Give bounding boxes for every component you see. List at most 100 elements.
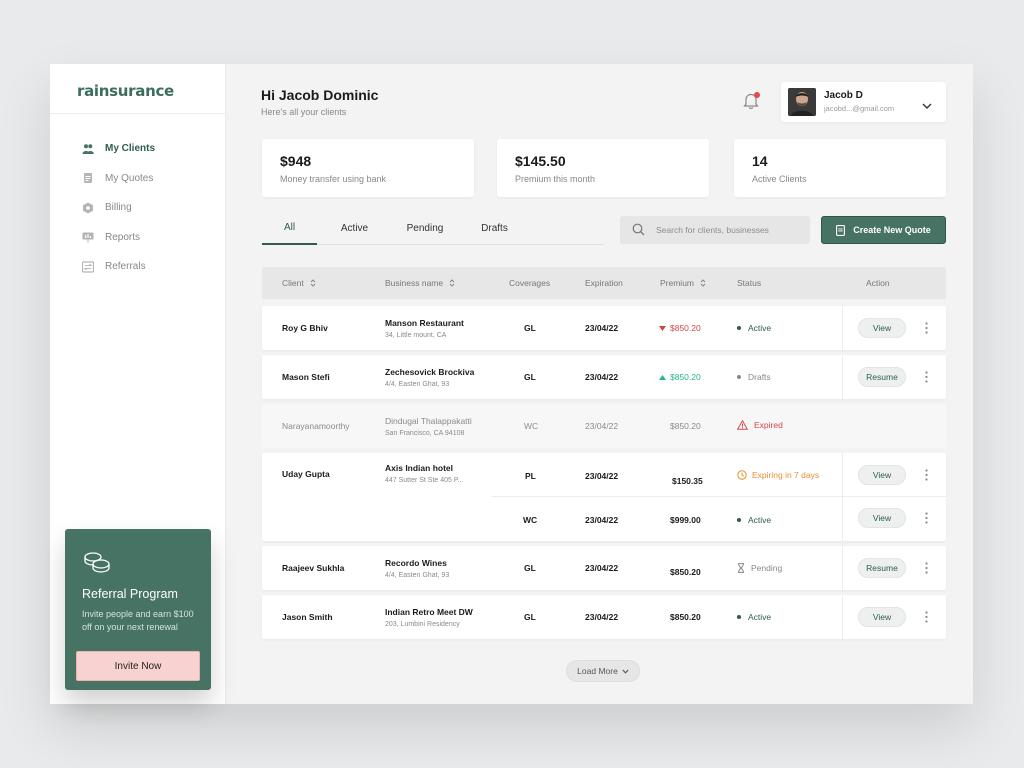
client-name: Mason Stefi xyxy=(282,372,330,382)
tab-drafts[interactable]: Drafts xyxy=(472,212,517,245)
business-name: Recordo Wines xyxy=(385,558,447,568)
stat-label: Active Clients xyxy=(752,174,807,184)
divider xyxy=(842,546,843,590)
business-cell: Manson Restaurant 34, Little mount, CA xyxy=(385,318,464,339)
sidebar-item-my-clients[interactable]: My Clients xyxy=(50,134,226,164)
tab-all[interactable]: All xyxy=(262,212,317,245)
invite-now-button[interactable]: Invite Now xyxy=(76,651,200,681)
status-label: Drafts xyxy=(748,372,771,382)
create-new-quote-button[interactable]: Create New Quote xyxy=(821,216,946,244)
view-button[interactable]: View xyxy=(858,465,906,485)
sidebar-item-label: My Clients xyxy=(105,143,156,155)
resume-button[interactable]: Resume xyxy=(858,558,906,578)
client-name: Narayanamoorthy xyxy=(282,421,350,431)
coverage-cell: WC xyxy=(523,515,538,525)
business-cell: Zechesovick Brockiva 4/4, Easten Ghat, 9… xyxy=(385,367,474,388)
premium-cell: $850.20 xyxy=(659,323,701,333)
search-input[interactable] xyxy=(656,216,804,244)
table-row[interactable]: Mason Stefi Zechesovick Brockiva 4/4, Ea… xyxy=(262,355,946,399)
coins-icon xyxy=(82,551,112,578)
divider xyxy=(842,355,843,399)
tab-active[interactable]: Active xyxy=(332,212,377,245)
view-button[interactable]: View xyxy=(858,318,906,338)
user-menu[interactable]: Jacob D jacobd...@gmail.com xyxy=(781,82,946,122)
sidebar-item-label: Reports xyxy=(105,231,141,243)
sort-icon[interactable] xyxy=(700,278,706,288)
status-badge: Expiring in 7 days xyxy=(737,470,819,480)
more-options-icon[interactable] xyxy=(921,321,931,335)
status-label: Pending xyxy=(751,563,783,573)
more-options-icon[interactable] xyxy=(921,561,931,575)
premium-cell: $850.20 xyxy=(670,612,701,622)
stat-card-premium: $145.50 Premium this month xyxy=(497,139,709,197)
coverage-cell: GL xyxy=(524,563,536,573)
coverage-cell: PL xyxy=(525,471,536,481)
stat-label: Premium this month xyxy=(515,174,596,184)
divider xyxy=(842,306,843,350)
column-label: Business name xyxy=(385,278,444,288)
view-button[interactable]: View xyxy=(858,508,906,528)
coverage-cell: GL xyxy=(524,372,536,382)
search-icon xyxy=(632,223,645,241)
page-title: Hi Jacob Dominic xyxy=(261,87,379,103)
client-name: Raajeev Sukhla xyxy=(282,563,345,573)
expiration-cell: 23/04/22 xyxy=(585,471,619,481)
status-badge: Pending xyxy=(737,563,782,573)
column-header-coverages: Coverages xyxy=(509,278,551,288)
column-header-business: Business name xyxy=(385,267,455,299)
sidebar-item-label: Referrals xyxy=(105,261,146,273)
app-window: rainsurance My Clients My Quotes Billing xyxy=(50,64,973,704)
status-badge: Active xyxy=(737,515,771,525)
status-label: Active xyxy=(748,515,772,525)
resume-button[interactable]: Resume xyxy=(858,367,906,387)
status-label: Active xyxy=(748,323,772,333)
status-dot xyxy=(737,326,741,330)
create-new-quote-label: Create New Quote xyxy=(853,225,931,235)
sort-icon[interactable] xyxy=(310,278,316,288)
sidebar-item-referrals[interactable]: Referrals xyxy=(50,252,226,282)
business-name: Dindugal Thalappakatti xyxy=(385,416,472,426)
table-row[interactable]: Jason Smith Indian Retro Meet DW 203, Lu… xyxy=(262,595,946,639)
divider xyxy=(842,453,843,541)
column-header-action: Action xyxy=(866,278,890,288)
sort-icon[interactable] xyxy=(449,278,455,288)
page-subtitle: Here's all your clients xyxy=(261,107,347,117)
user-name: Jacob D xyxy=(824,90,863,101)
notifications-button[interactable] xyxy=(742,91,762,113)
table-row[interactable]: Roy G Bhiv Manson Restaurant 34, Little … xyxy=(262,306,946,350)
expiration-cell: 23/04/22 xyxy=(585,372,619,382)
more-options-icon[interactable] xyxy=(921,468,931,482)
load-more-button[interactable]: Load More xyxy=(566,660,640,682)
premium-cell: $850.20 xyxy=(659,372,701,382)
status-badge: Drafts xyxy=(737,372,771,382)
more-options-icon[interactable] xyxy=(921,511,931,525)
business-name: Axis Indian hotel xyxy=(385,463,454,473)
tab-pending[interactable]: Pending xyxy=(400,212,450,245)
warning-icon xyxy=(737,420,748,430)
business-address: 4/4, Easten Ghat, 93 xyxy=(385,381,450,388)
premium-cell: $850.20 xyxy=(670,421,701,431)
user-email: jacobd...@gmail.com xyxy=(824,104,895,113)
sidebar-item-reports[interactable]: Reports xyxy=(50,223,226,253)
sidebar-item-my-quotes[interactable]: My Quotes xyxy=(50,164,226,194)
client-name: Roy G Bhiv xyxy=(282,323,328,333)
view-button[interactable]: View xyxy=(858,607,906,627)
stat-value: $948 xyxy=(280,153,312,169)
business-address: 34, Little mount, CA xyxy=(385,332,447,339)
sidebar-item-billing[interactable]: Billing xyxy=(50,193,226,223)
table-row[interactable]: Raajeev Sukhla Recordo Wines 4/4, Easten… xyxy=(262,546,946,590)
business-address: 4/4, Easten Ghat, 93 xyxy=(385,572,450,579)
document-icon xyxy=(82,172,94,184)
expiration-cell: 23/04/22 xyxy=(585,323,619,333)
sidebar-item-label: My Quotes xyxy=(105,172,154,184)
table-row[interactable]: Narayanamoorthy Dindugal Thalappakatti S… xyxy=(262,404,946,448)
search-box xyxy=(620,216,810,244)
stat-value: 14 xyxy=(752,153,768,169)
more-options-icon[interactable] xyxy=(921,370,931,384)
more-options-icon[interactable] xyxy=(921,610,931,624)
users-icon xyxy=(82,143,94,155)
column-label: Client xyxy=(282,278,304,288)
table-row[interactable]: Uday Gupta Axis Indian hotel 447 Sutter … xyxy=(262,453,946,541)
stat-card-money-transfer: $948 Money transfer using bank xyxy=(262,139,474,197)
chevron-down-icon xyxy=(922,97,932,115)
